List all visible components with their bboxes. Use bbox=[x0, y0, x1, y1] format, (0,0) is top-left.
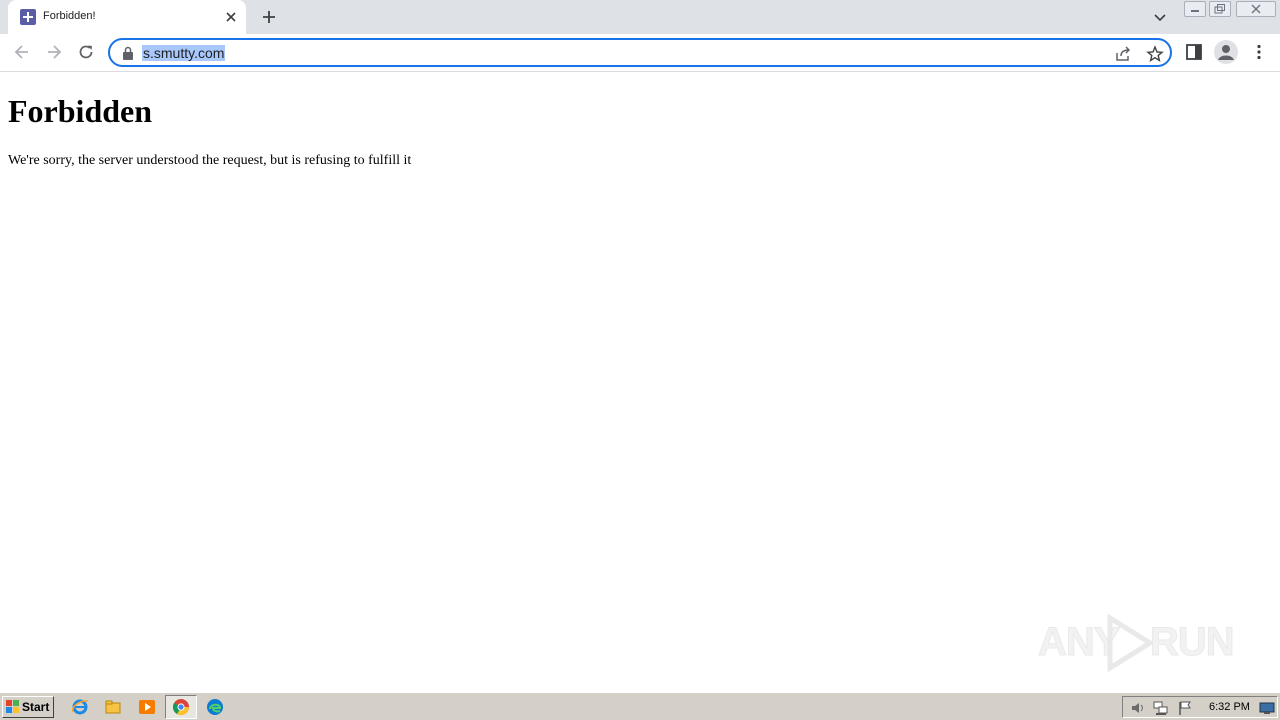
play-icon bbox=[1107, 614, 1154, 672]
media-player-icon[interactable] bbox=[138, 698, 156, 716]
network-icon[interactable] bbox=[1153, 700, 1169, 716]
volume-icon[interactable] bbox=[1130, 700, 1146, 716]
side-panel-icon[interactable] bbox=[1185, 43, 1203, 61]
show-desktop-icon[interactable] bbox=[1259, 700, 1275, 716]
more-menu-icon[interactable] bbox=[1250, 43, 1268, 61]
lock-icon[interactable] bbox=[122, 46, 134, 60]
start-label: Start bbox=[22, 700, 50, 714]
chrome-icon[interactable] bbox=[172, 698, 190, 716]
forward-arrow-icon[interactable] bbox=[44, 42, 64, 62]
taskbar: Start 6:32 PM bbox=[0, 692, 1280, 720]
error-message: We're sorry, the server understood the r… bbox=[8, 153, 412, 168]
clock[interactable]: 6:32 PM bbox=[1209, 701, 1250, 713]
back-arrow-icon[interactable] bbox=[12, 42, 32, 62]
new-tab-icon[interactable] bbox=[260, 8, 278, 26]
favicon-icon bbox=[20, 9, 36, 25]
share-icon[interactable] bbox=[1114, 45, 1132, 63]
start-button[interactable]: Start bbox=[2, 696, 54, 718]
reload-icon[interactable] bbox=[76, 42, 96, 62]
minimize-button[interactable] bbox=[1184, 1, 1206, 17]
close-window-button[interactable] bbox=[1236, 1, 1276, 17]
tab-strip: Forbidden! bbox=[0, 0, 1280, 34]
file-explorer-icon[interactable] bbox=[104, 698, 122, 716]
page-viewport: Forbidden We're sorry, the server unders… bbox=[0, 72, 1280, 692]
profile-avatar[interactable] bbox=[1214, 40, 1238, 64]
chevron-down-icon[interactable] bbox=[1152, 10, 1168, 26]
url-text[interactable]: s.smutty.com bbox=[142, 45, 226, 61]
watermark-logo: ANY RUN bbox=[1037, 612, 1236, 672]
system-tray: 6:32 PM bbox=[1122, 696, 1278, 718]
close-tab-icon[interactable] bbox=[223, 9, 239, 25]
tab-title: Forbidden! bbox=[43, 10, 96, 22]
edge-icon[interactable] bbox=[206, 698, 224, 716]
windows-logo-icon bbox=[6, 700, 19, 713]
close-icon bbox=[1251, 4, 1261, 14]
browser-tab[interactable]: Forbidden! bbox=[8, 0, 246, 34]
browser-toolbar: s.smutty.com bbox=[0, 34, 1280, 72]
minimize-icon bbox=[1191, 10, 1199, 12]
internet-explorer-icon[interactable] bbox=[71, 698, 89, 716]
bookmark-star-icon[interactable] bbox=[1146, 45, 1164, 63]
restore-icon bbox=[1214, 4, 1225, 14]
action-center-flag-icon[interactable] bbox=[1177, 700, 1193, 716]
page-title: Forbidden bbox=[8, 93, 153, 129]
address-bar[interactable]: s.smutty.com bbox=[108, 38, 1172, 67]
person-icon bbox=[1218, 45, 1234, 60]
watermark-text-right: RUN bbox=[1150, 620, 1236, 665]
restore-button[interactable] bbox=[1209, 1, 1231, 17]
